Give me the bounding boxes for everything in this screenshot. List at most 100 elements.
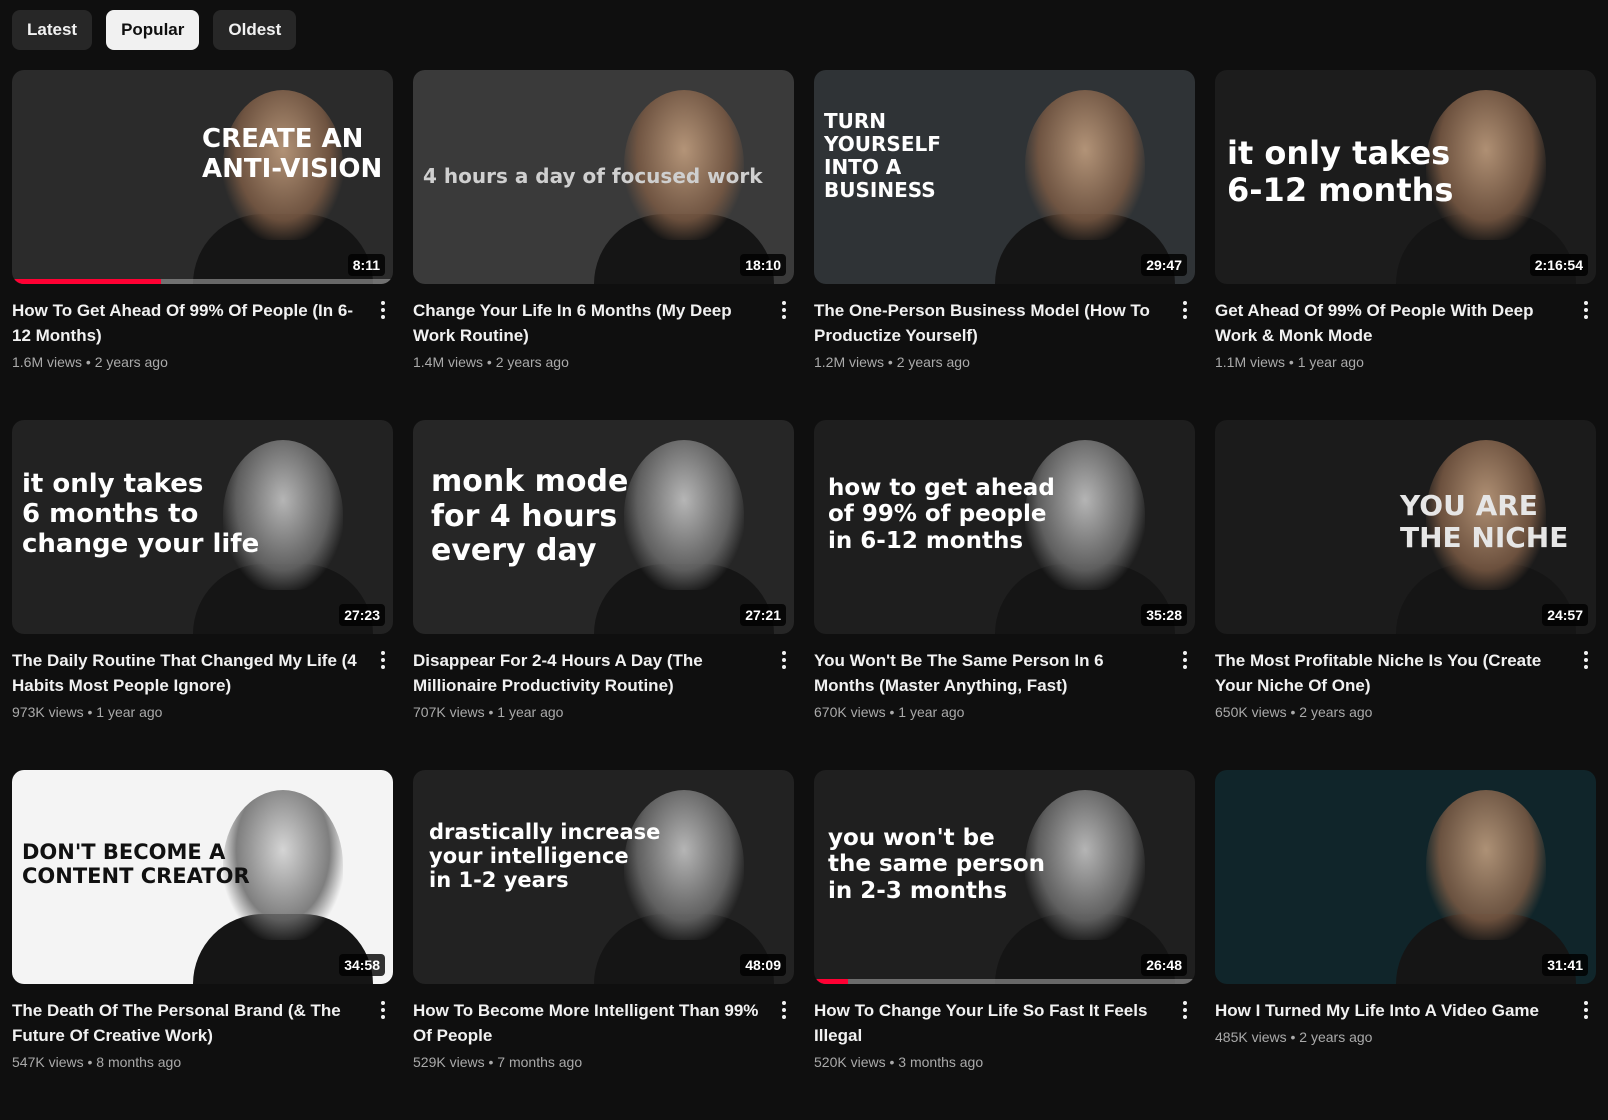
more-options-icon[interactable] xyxy=(774,298,794,322)
video-card[interactable]: 31:41 How I Turned My Life Into A Video … xyxy=(1215,770,1596,1120)
thumbnail-person xyxy=(1426,790,1546,940)
view-count: 485K views xyxy=(1215,1029,1287,1045)
video-card[interactable]: DON'T BECOME A CONTENT CREATOR 34:58 The… xyxy=(12,770,393,1120)
view-count: 707K views xyxy=(413,704,485,720)
chip-popular[interactable]: Popular xyxy=(106,10,200,50)
video-card[interactable]: CREATE AN ANTI-VISION 8:11 How To Get Ah… xyxy=(12,70,393,420)
more-options-icon[interactable] xyxy=(373,998,393,1022)
upload-age: 1 year ago xyxy=(1297,354,1364,370)
more-options-icon[interactable] xyxy=(1576,998,1596,1022)
video-card[interactable]: TURN YOURSELF INTO A BUSINESS 29:47 The … xyxy=(814,70,1195,420)
upload-age: 2 years ago xyxy=(1299,704,1373,720)
video-card[interactable]: it only takes 6 months to change your li… xyxy=(12,420,393,770)
video-metadata: 485K views • 2 years ago xyxy=(1215,1029,1566,1045)
thumbnail-text: 4 hours a day of focused work xyxy=(423,164,763,188)
more-options-icon[interactable] xyxy=(774,648,794,672)
video-metadata: 707K views • 1 year ago xyxy=(413,704,764,720)
upload-age: 2 years ago xyxy=(1299,1029,1373,1045)
video-metadata: 1.4M views • 2 years ago xyxy=(413,354,764,370)
video-title[interactable]: How To Change Your Life So Fast It Feels… xyxy=(814,998,1165,1048)
video-thumbnail[interactable]: 31:41 xyxy=(1215,770,1596,984)
duration-badge: 35:28 xyxy=(1141,604,1187,626)
video-title[interactable]: How To Get Ahead Of 99% Of People (In 6-… xyxy=(12,298,363,348)
video-metadata: 973K views • 1 year ago xyxy=(12,704,363,720)
more-options-icon[interactable] xyxy=(1175,648,1195,672)
meta-separator: • xyxy=(889,704,899,720)
thumbnail-text: drastically increase your intelligence i… xyxy=(429,820,661,893)
more-options-icon[interactable] xyxy=(1576,648,1596,672)
thumbnail-text: monk mode for 4 hours every day xyxy=(431,464,629,568)
video-title[interactable]: The Most Profitable Niche Is You (Create… xyxy=(1215,648,1566,698)
upload-age: 8 months ago xyxy=(96,1054,182,1070)
more-options-icon[interactable] xyxy=(1576,298,1596,322)
video-title[interactable]: Change Your Life In 6 Months (My Deep Wo… xyxy=(413,298,764,348)
thumbnail-text: CREATE AN ANTI-VISION xyxy=(202,124,383,184)
video-card[interactable]: drastically increase your intelligence i… xyxy=(413,770,794,1120)
video-thumbnail[interactable]: YOU ARE THE NICHE 24:57 xyxy=(1215,420,1596,634)
upload-age: 1 year ago xyxy=(497,704,564,720)
video-card[interactable]: 4 hours a day of focused work 18:10 Chan… xyxy=(413,70,794,420)
video-title[interactable]: How I Turned My Life Into A Video Game xyxy=(1215,998,1566,1023)
meta-separator: • xyxy=(889,1054,899,1070)
video-card[interactable]: you won't be the same person in 2-3 mont… xyxy=(814,770,1195,1120)
video-title[interactable]: Disappear For 2-4 Hours A Day (The Milli… xyxy=(413,648,764,698)
video-card[interactable]: YOU ARE THE NICHE 24:57 The Most Profita… xyxy=(1215,420,1596,770)
video-metadata: 670K views • 1 year ago xyxy=(814,704,1165,720)
video-thumbnail[interactable]: drastically increase your intelligence i… xyxy=(413,770,794,984)
video-metadata: 520K views • 3 months ago xyxy=(814,1054,1165,1070)
view-count: 1.2M views xyxy=(814,354,885,370)
thumbnail-text: it only takes 6 months to change your li… xyxy=(22,469,260,559)
view-count: 547K views xyxy=(12,1054,84,1070)
video-metadata: 1.6M views • 2 years ago xyxy=(12,354,363,370)
video-title[interactable]: The Death Of The Personal Brand (& The F… xyxy=(12,998,363,1048)
video-card[interactable]: it only takes 6-12 months 2:16:54 Get Ah… xyxy=(1215,70,1596,420)
meta-separator: • xyxy=(1290,1029,1300,1045)
duration-badge: 27:21 xyxy=(740,604,786,626)
video-card[interactable]: how to get ahead of 99% of people in 6-1… xyxy=(814,420,1195,770)
view-count: 670K views xyxy=(814,704,886,720)
video-thumbnail[interactable]: you won't be the same person in 2-3 mont… xyxy=(814,770,1195,984)
duration-badge: 27:23 xyxy=(339,604,385,626)
video-thumbnail[interactable]: monk mode for 4 hours every day 27:21 xyxy=(413,420,794,634)
upload-age: 7 months ago xyxy=(497,1054,583,1070)
upload-age: 2 years ago xyxy=(896,354,970,370)
video-thumbnail[interactable]: DON'T BECOME A CONTENT CREATOR 34:58 xyxy=(12,770,393,984)
video-title[interactable]: The Daily Routine That Changed My Life (… xyxy=(12,648,363,698)
video-metadata: 650K views • 2 years ago xyxy=(1215,704,1566,720)
more-options-icon[interactable] xyxy=(1175,998,1195,1022)
video-thumbnail[interactable]: how to get ahead of 99% of people in 6-1… xyxy=(814,420,1195,634)
chip-oldest[interactable]: Oldest xyxy=(213,10,297,50)
video-title[interactable]: How To Become More Intelligent Than 99% … xyxy=(413,998,764,1048)
view-count: 520K views xyxy=(814,1054,886,1070)
watch-progress-bar xyxy=(814,979,1195,984)
video-title[interactable]: You Won't Be The Same Person In 6 Months… xyxy=(814,648,1165,698)
video-thumbnail[interactable]: it only takes 6-12 months 2:16:54 xyxy=(1215,70,1596,284)
video-thumbnail[interactable]: CREATE AN ANTI-VISION 8:11 xyxy=(12,70,393,284)
meta-separator: • xyxy=(488,704,498,720)
thumbnail-text: TURN YOURSELF INTO A BUSINESS xyxy=(824,109,941,202)
duration-badge: 31:41 xyxy=(1542,954,1588,976)
chip-latest[interactable]: Latest xyxy=(12,10,93,50)
meta-separator: • xyxy=(85,354,95,370)
video-title[interactable]: The One-Person Business Model (How To Pr… xyxy=(814,298,1165,348)
more-options-icon[interactable] xyxy=(774,998,794,1022)
video-thumbnail[interactable]: TURN YOURSELF INTO A BUSINESS 29:47 xyxy=(814,70,1195,284)
upload-age: 2 years ago xyxy=(94,354,168,370)
video-thumbnail[interactable]: 4 hours a day of focused work 18:10 xyxy=(413,70,794,284)
meta-separator: • xyxy=(87,704,97,720)
more-options-icon[interactable] xyxy=(1175,298,1195,322)
more-options-icon[interactable] xyxy=(373,298,393,322)
meta-separator: • xyxy=(887,354,897,370)
thumbnail-person xyxy=(624,440,744,590)
upload-age: 1 year ago xyxy=(898,704,965,720)
watch-progress-bar xyxy=(12,279,393,284)
sort-chips: Latest Popular Oldest xyxy=(12,10,297,50)
thumbnail-text: DON'T BECOME A CONTENT CREATOR xyxy=(22,840,250,889)
video-metadata: 529K views • 7 months ago xyxy=(413,1054,764,1070)
video-title[interactable]: Get Ahead Of 99% Of People With Deep Wor… xyxy=(1215,298,1566,348)
more-options-icon[interactable] xyxy=(373,648,393,672)
video-thumbnail[interactable]: it only takes 6 months to change your li… xyxy=(12,420,393,634)
video-card[interactable]: monk mode for 4 hours every day 27:21 Di… xyxy=(413,420,794,770)
meta-separator: • xyxy=(1288,354,1298,370)
video-metadata: 547K views • 8 months ago xyxy=(12,1054,363,1070)
